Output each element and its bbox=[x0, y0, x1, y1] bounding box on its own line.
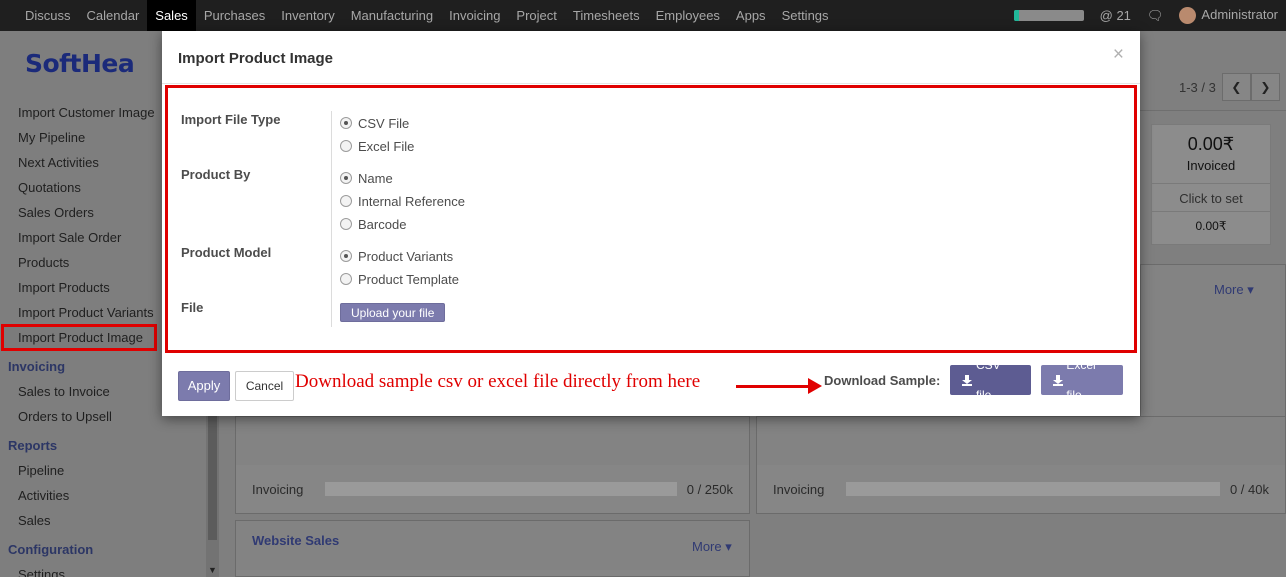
radio-csv-file[interactable]: CSV File bbox=[340, 114, 409, 132]
invoiced-card: 0.00₹ Invoiced Click to set 0.00₹ bbox=[1151, 124, 1271, 245]
import-product-image-dialog: Import Product Image × Import File Type … bbox=[162, 31, 1140, 416]
onboarding-progress[interactable] bbox=[1013, 10, 1084, 21]
panel-2-footer: Invoicing 0 / 40k bbox=[757, 465, 1285, 513]
nav-inventory[interactable]: Inventory bbox=[273, 0, 342, 31]
pager-prev-button[interactable]: ❮ bbox=[1221, 73, 1251, 101]
chat-icon[interactable]: 🗨 bbox=[1147, 8, 1164, 24]
nav-settings[interactable]: Settings bbox=[774, 0, 837, 31]
panel-title-website-sales[interactable]: Website Sales bbox=[252, 533, 339, 548]
radio-excel-file[interactable]: Excel File bbox=[340, 137, 414, 155]
apply-button[interactable]: Apply bbox=[178, 371, 230, 401]
nav-manufacturing[interactable]: Manufacturing bbox=[343, 0, 441, 31]
sidebar-section-reports: Reports bbox=[8, 438, 58, 453]
panel-1-progress bbox=[325, 482, 677, 496]
radio-button[interactable] bbox=[340, 195, 352, 207]
user-name: Administrator bbox=[1201, 6, 1278, 22]
app-menu: Discuss Calendar Sales Purchases Invento… bbox=[0, 0, 837, 31]
invoiced-small: 0.00₹ bbox=[1195, 219, 1227, 233]
radio-button-checked[interactable] bbox=[340, 172, 352, 184]
at-icon: @ bbox=[1099, 8, 1113, 23]
import-file-type-label: Import File Type bbox=[181, 112, 281, 127]
pager-value: 1-3 / 3 bbox=[1179, 79, 1216, 95]
sidebar-item-import-product-image[interactable]: Import Product Image bbox=[1, 324, 157, 351]
panel-2-footer-value: 0 / 40k bbox=[1229, 481, 1269, 497]
panel-2-footer-label: Invoicing bbox=[773, 481, 825, 497]
annotation-text: Download sample csv or excel file direct… bbox=[295, 371, 701, 392]
file-label: File bbox=[181, 300, 204, 315]
nav-purchases[interactable]: Purchases bbox=[196, 0, 273, 31]
nav-employees[interactable]: Employees bbox=[648, 0, 728, 31]
mention-count: 21 bbox=[1116, 8, 1131, 23]
import-form: Import File Type CSV File Excel File Pro… bbox=[165, 85, 1137, 353]
download-icon bbox=[962, 375, 972, 386]
radio-product-variants[interactable]: Product Variants bbox=[340, 247, 453, 265]
nav-project[interactable]: Project bbox=[508, 0, 564, 31]
panel-2-progress bbox=[846, 482, 1220, 496]
caret-down-icon: ▾ bbox=[725, 539, 732, 554]
form-label-divider bbox=[331, 111, 332, 327]
invoiced-label: Invoiced bbox=[1186, 158, 1236, 173]
dashboard-panel-2: Invoicing 0 / 40k bbox=[756, 416, 1286, 514]
dashboard-panel-website-sales: Website Sales More ▾ bbox=[235, 520, 750, 577]
sidebar-section-configuration: Configuration bbox=[8, 542, 94, 557]
radio-button[interactable] bbox=[340, 273, 352, 285]
product-by-label: Product By bbox=[181, 167, 251, 182]
nav-apps[interactable]: Apps bbox=[728, 0, 774, 31]
dialog-header: Import Product Image × bbox=[162, 31, 1140, 84]
more-dropdown[interactable]: More ▾ bbox=[1214, 282, 1254, 298]
panel-1-footer: Invoicing 0 / 250k bbox=[236, 465, 749, 513]
dashboard-panel-1: Invoicing 0 / 250k bbox=[235, 416, 750, 514]
user-menu[interactable]: Administrator bbox=[1179, 6, 1278, 25]
sidebar-item-settings[interactable]: Settings bbox=[0, 562, 206, 577]
invoiced-amount: 0.00₹ bbox=[1187, 134, 1235, 154]
avatar bbox=[1179, 7, 1197, 25]
panel-1-footer-label: Invoicing bbox=[252, 481, 304, 497]
scroll-down-icon[interactable]: ▼ bbox=[208, 565, 217, 575]
download-excel-button[interactable]: Excel file bbox=[1041, 358, 1123, 402]
download-icon bbox=[1053, 375, 1064, 386]
product-model-label: Product Model bbox=[181, 245, 272, 260]
sidebar-item-sales[interactable]: Sales bbox=[0, 508, 206, 533]
nav-invoicing[interactable]: Invoicing bbox=[441, 0, 508, 31]
top-navbar: Discuss Calendar Sales Purchases Invento… bbox=[0, 0, 1286, 31]
company-logo: SoftHea bbox=[25, 49, 135, 78]
chevron-right-icon: ❯ bbox=[1260, 80, 1271, 94]
navbar-right: @ 21 🗨 Administrator bbox=[1013, 0, 1278, 31]
dialog-footer: Apply Cancel Download sample csv or exce… bbox=[162, 356, 1140, 416]
caret-down-icon: ▾ bbox=[1247, 282, 1254, 297]
upload-file-button[interactable]: Upload your file bbox=[340, 303, 446, 322]
nav-discuss[interactable]: Discuss bbox=[17, 0, 79, 31]
radio-barcode[interactable]: Barcode bbox=[340, 215, 406, 233]
radio-button[interactable] bbox=[340, 140, 352, 152]
sidebar-item-activities[interactable]: Activities bbox=[0, 483, 206, 508]
nav-calendar[interactable]: Calendar bbox=[79, 0, 148, 31]
radio-product-template[interactable]: Product Template bbox=[340, 270, 459, 288]
radio-button-checked[interactable] bbox=[340, 250, 352, 262]
panel-1-footer-value: 0 / 250k bbox=[686, 481, 733, 497]
radio-button-checked[interactable] bbox=[340, 117, 352, 129]
nav-sales[interactable]: Sales bbox=[147, 0, 196, 31]
pager-next-button[interactable]: ❯ bbox=[1250, 73, 1280, 101]
radio-internal-reference[interactable]: Internal Reference bbox=[340, 192, 465, 210]
radio-name[interactable]: Name bbox=[340, 169, 393, 187]
nav-timesheets[interactable]: Timesheets bbox=[565, 0, 648, 31]
sidebar-item-pipeline[interactable]: Pipeline bbox=[0, 458, 206, 483]
chevron-left-icon: ❮ bbox=[1231, 80, 1242, 94]
annotation-arrow-shaft bbox=[736, 385, 812, 388]
mentions-indicator[interactable]: @ 21 bbox=[1100, 8, 1131, 23]
radio-button[interactable] bbox=[340, 218, 352, 230]
close-icon[interactable]: × bbox=[1113, 44, 1124, 66]
more-dropdown-website[interactable]: More ▾ bbox=[692, 539, 732, 555]
cancel-button[interactable]: Cancel bbox=[235, 371, 294, 401]
pager: 1-3 / 3 ❮ ❯ bbox=[1179, 73, 1280, 101]
click-to-set[interactable]: Click to set bbox=[1152, 183, 1270, 212]
download-csv-button[interactable]: CSV file bbox=[950, 358, 1031, 402]
dialog-title: Import Product Image bbox=[178, 50, 334, 67]
download-sample-label: Download Sample: bbox=[824, 373, 941, 388]
annotation-arrow-icon bbox=[808, 378, 822, 394]
